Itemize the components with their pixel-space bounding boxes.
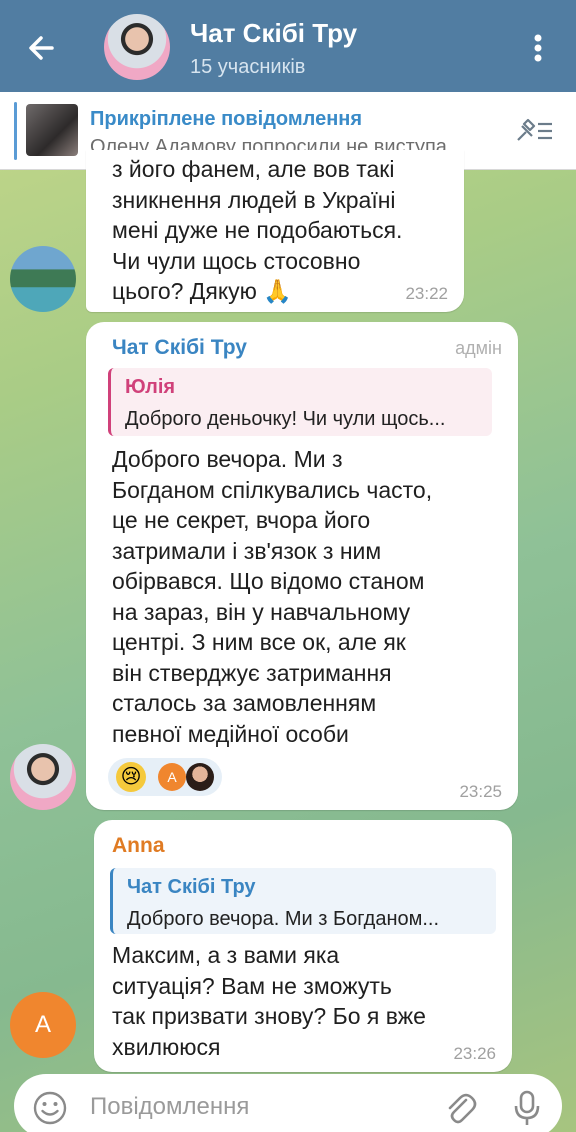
- sender-name[interactable]: Anna: [112, 834, 165, 858]
- paperclip-icon[interactable]: [442, 1088, 478, 1128]
- reply-quote[interactable]: Юлія Доброго деньочку! Чи чули щось...: [108, 368, 492, 436]
- message-time: 23:26: [453, 1044, 496, 1063]
- message-text: Максим, а з вами яка ситуація? Вам не зм…: [112, 942, 426, 1060]
- message-bubble[interactable]: Чат Скібі Тру адмін Юлія Доброго деньочк…: [86, 322, 518, 810]
- member-count: 15 учасників: [190, 56, 306, 78]
- message-time: 23:25: [459, 782, 502, 801]
- reply-text: Доброго деньочку! Чи чули щось...: [125, 408, 446, 430]
- message-time: 23:22: [405, 284, 448, 303]
- reaction-chip[interactable]: 😢 А: [108, 758, 222, 796]
- message-bubble[interactable]: Anna Чат Скібі Тру Доброго вечора. Ми з …: [94, 820, 512, 1072]
- message-text: з його фанем, але вов такі зникнення люд…: [112, 156, 403, 304]
- pinned-indicator: [14, 102, 17, 160]
- reactor-avatar: А: [158, 763, 186, 791]
- sender-avatar[interactable]: А: [10, 992, 76, 1058]
- smiley-icon[interactable]: [32, 1090, 68, 1126]
- unpin-list-icon[interactable]: [514, 116, 556, 146]
- pinned-thumbnail: [26, 104, 78, 156]
- chat-title[interactable]: Чат Скібі Тру: [190, 18, 357, 49]
- message-text: Доброго вечора. Ми з Богданом спілкували…: [112, 446, 433, 747]
- admin-badge: адмін: [455, 338, 502, 358]
- pinned-title: Прикріплене повідомлення: [90, 108, 363, 130]
- reactor-avatar: [186, 763, 214, 791]
- more-menu-icon[interactable]: [524, 28, 552, 68]
- reply-author: Чат Скібі Тру: [127, 876, 256, 898]
- sender-avatar[interactable]: [10, 246, 76, 312]
- chat-avatar[interactable]: [104, 14, 170, 80]
- chat-header: Чат Скібі Тру 15 учасників: [0, 0, 576, 92]
- reply-text: Доброго вечора. Ми з Богданом...: [127, 908, 440, 930]
- reply-quote[interactable]: Чат Скібі Тру Доброго вечора. Ми з Богда…: [110, 868, 496, 934]
- back-arrow-icon[interactable]: [22, 28, 62, 68]
- message-input[interactable]: [90, 1090, 410, 1124]
- message-composer: [14, 1074, 562, 1132]
- sender-avatar[interactable]: [10, 744, 76, 810]
- reply-author: Юлія: [125, 376, 176, 398]
- crying-face-icon: 😢: [116, 762, 146, 792]
- message-bubble[interactable]: з його фанем, але вов такі зникнення люд…: [86, 150, 464, 312]
- microphone-icon[interactable]: [512, 1088, 542, 1128]
- sender-name[interactable]: Чат Скібі Тру: [112, 336, 247, 360]
